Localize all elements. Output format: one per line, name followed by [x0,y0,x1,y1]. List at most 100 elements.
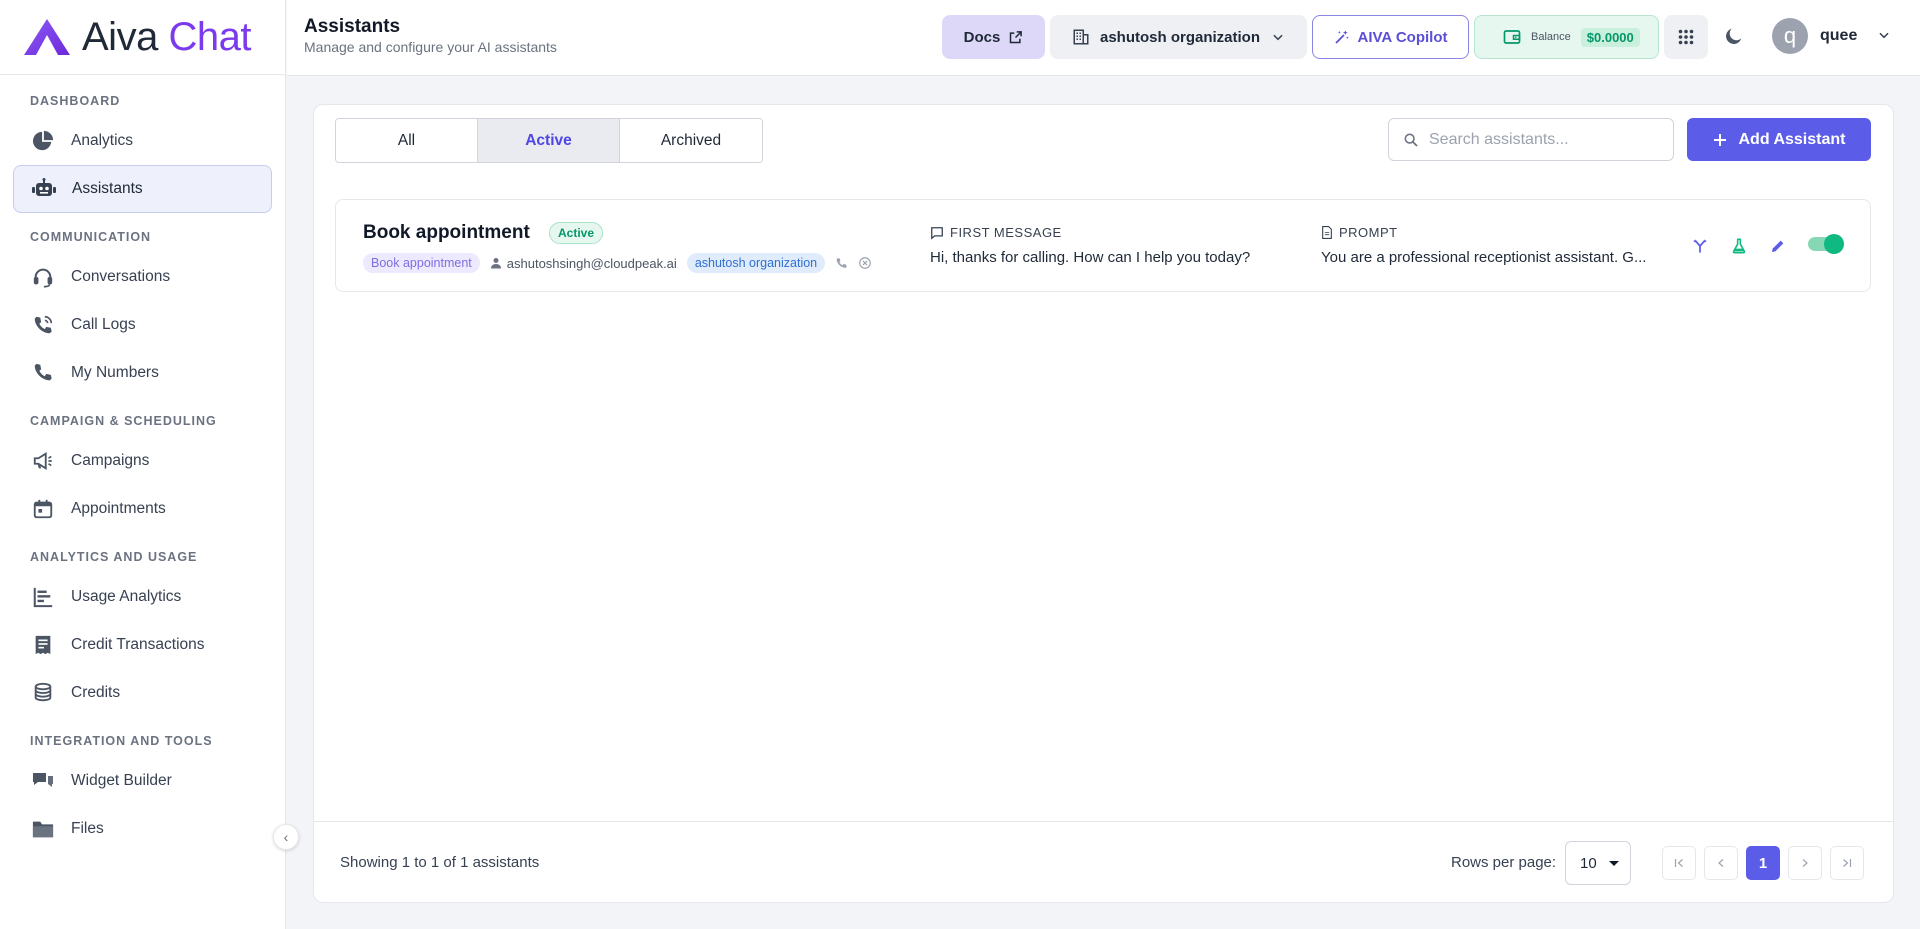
first-message-label: FIRST MESSAGE [950,225,1062,240]
robot-icon [32,177,56,201]
page-button-current[interactable]: 1 [1746,846,1780,880]
pencil-icon [1772,240,1784,252]
user-icon [490,258,501,269]
tab-active[interactable]: Active [478,119,620,162]
app-logo[interactable]: Aiva Chat [0,0,285,75]
user-menu-toggle[interactable] [1877,28,1891,47]
avatar[interactable]: q [1772,18,1808,54]
docs-label: Docs [963,28,1001,46]
assistant-name[interactable]: Book appointment [363,222,530,244]
next-page-button[interactable] [1788,846,1822,880]
test-button[interactable] [1729,236,1749,256]
sidebar-item-campaigns[interactable]: Campaigns [13,437,272,485]
section-title-dashboard: DASHBOARD [30,94,121,108]
sidebar-item-label: Credits [71,684,121,701]
sidebar-item-label: Files [71,820,104,837]
receipt-icon [31,633,55,657]
status-tabs: All Active Archived [335,118,763,163]
prompt-header: PROMPT [1321,225,1398,240]
table-footer: Showing 1 to 1 of 1 assistants Rows per … [314,821,1893,903]
flask-icon [1732,238,1746,254]
username[interactable]: quee [1820,27,1857,45]
logo-word-aiva: Aiva [82,14,158,59]
phone-icon [836,257,847,268]
phone-history-icon [31,313,55,337]
sidebar-item-label: Credit Transactions [71,636,205,653]
organization-name: ashutosh organization [1100,28,1261,46]
sidebar-item-credit-transactions[interactable]: Credit Transactions [13,621,272,669]
rows-per-page-select[interactable]: 10 [1565,841,1631,885]
owner-email: ashutoshsingh@cloudpeak.ai [506,255,677,271]
balance-value: $0.0000 [1580,27,1640,47]
balance-display[interactable]: Balance $0.0000 [1474,15,1659,59]
coins-icon [31,681,55,705]
aiva-copilot-button[interactable]: AIVA Copilot [1312,15,1469,59]
document-icon [1322,226,1332,239]
branch-icon [1693,239,1707,253]
chevron-down-icon [1879,32,1889,39]
chevron-left-icon [1718,859,1724,867]
sidebar-item-label: Widget Builder [71,772,172,789]
sidebar-item-analytics[interactable]: Analytics [13,117,272,165]
organization-tag: ashutosh organization [686,253,826,273]
tab-archived[interactable]: Archived [620,119,762,162]
folder-icon [31,817,55,841]
calendar-icon [31,497,55,521]
add-assistant-button[interactable]: Add Assistant [1687,118,1871,161]
grid-icon [1678,29,1694,45]
previous-page-button[interactable] [1704,846,1738,880]
theme-toggle-button[interactable] [1723,25,1745,52]
edit-button[interactable] [1768,236,1788,256]
add-assistant-label: Add Assistant [1738,130,1846,148]
sidebar: Aiva Chat DASHBOARD Analytics Assistants… [0,0,286,929]
sidebar-collapse-button[interactable]: ‹ [273,824,299,850]
rows-per-page-value: 10 [1580,854,1597,872]
sidebar-item-assistants[interactable]: Assistants [13,165,272,213]
section-title-integration: INTEGRATION AND TOOLS [30,734,213,748]
flow-button[interactable] [1690,236,1710,256]
pie-chart-icon [31,129,55,153]
first-message-header: FIRST MESSAGE [930,225,1062,240]
apps-grid-button[interactable] [1664,15,1708,59]
assistant-enabled-toggle[interactable] [1808,234,1844,254]
caret-down-icon [1608,861,1619,866]
tab-all[interactable]: All [336,119,478,162]
plus-icon [1713,133,1726,146]
sidebar-item-label: Assistants [72,180,143,197]
assistant-row[interactable]: Book appointment Active Book appointment… [335,199,1871,292]
sidebar-nav: DASHBOARD Analytics Assistants COMMUNICA… [0,75,285,853]
sidebar-item-my-numbers[interactable]: My Numbers [13,349,272,397]
search-box [1388,118,1674,161]
section-title-campaign: CAMPAIGN & SCHEDULING [30,414,217,428]
sidebar-item-label: Analytics [71,132,134,149]
rows-per-page-label: Rows per page: [1451,854,1557,871]
organization-selector[interactable]: ashutosh organization [1050,15,1307,59]
moon-icon [1726,28,1742,44]
sidebar-item-label: My Numbers [71,364,159,381]
first-page-button[interactable] [1662,846,1696,880]
sidebar-item-label: Campaigns [71,452,150,469]
sidebar-item-credits[interactable]: Credits [13,669,272,717]
message-icon [931,226,943,240]
sidebar-item-widget-builder[interactable]: Widget Builder [13,757,272,805]
section-title-communication: COMMUNICATION [30,230,152,244]
sidebar-item-appointments[interactable]: Appointments [13,485,272,533]
sidebar-item-usage-analytics[interactable]: Usage Analytics [13,573,272,621]
sidebar-item-files[interactable]: Files [13,805,272,853]
chat-bubbles-icon [31,769,55,793]
page-subtitle: Manage and configure your AI assistants [304,39,557,55]
sidebar-item-label: Usage Analytics [71,588,182,605]
assistant-owner: ashutoshsingh@cloudpeak.ai [490,256,677,271]
last-page-button[interactable] [1830,846,1864,880]
wallet-icon [1503,30,1521,44]
search-input[interactable] [1429,130,1649,149]
last-page-icon [1843,859,1852,867]
sidebar-item-call-logs[interactable]: Call Logs [13,301,272,349]
search-icon [1404,133,1418,147]
chevron-left-icon: ‹ [283,829,289,845]
docs-button[interactable]: Docs [942,15,1045,59]
copilot-label: AIVA Copilot [1357,28,1448,46]
sidebar-item-conversations[interactable]: Conversations [13,253,272,301]
close-circle-icon [859,257,871,269]
megaphone-icon [31,449,55,473]
